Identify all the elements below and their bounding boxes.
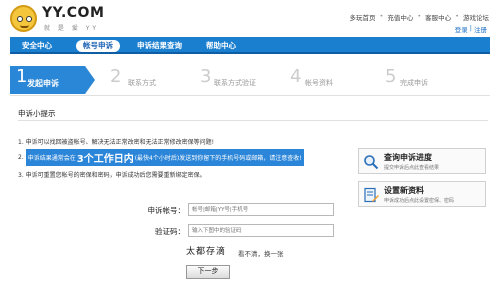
box-desc: 申诉成功后点此设置密保、密码 xyxy=(384,198,455,204)
topnav-link-recharge[interactable]: 充值中心 xyxy=(387,12,413,22)
nav-item-help-center[interactable]: 帮助中心 xyxy=(206,40,236,52)
user-links: 登录 | 注册 xyxy=(455,24,487,34)
step-progress: 1 发起申诉 2 联系方式 3 联系方式验证 4 帐号资料 5 完成申诉 xyxy=(10,66,490,96)
captcha-label: 验证码： xyxy=(155,227,185,236)
account-label: 申诉帐号： xyxy=(147,206,186,215)
separator: • xyxy=(417,12,422,20)
nav-item-security-center[interactable]: 安全中心 xyxy=(22,40,52,52)
step-number: 2 xyxy=(110,66,122,87)
step-number: 5 xyxy=(385,66,397,87)
captcha-image[interactable]: 太都存滴 xyxy=(186,244,226,257)
separator: • xyxy=(379,12,384,20)
step-1: 1 发起申诉 xyxy=(10,66,95,94)
tip-highlight: 申诉结果通常会在 3个工作日内 (最快4个小时后)发送到你留下的手机号码或邮箱，… xyxy=(25,148,304,166)
query-progress-box[interactable]: 查询申诉进度 提交申诉后点此查看结果 xyxy=(358,148,486,174)
brand-name: YY.COM xyxy=(42,5,105,21)
step-label: 联系方式验证 xyxy=(214,79,256,87)
tip-line-3: 3. 申诉可重置您帐号的密保和密码，申诉成功后您需要重新绑定密保。 xyxy=(18,172,206,179)
login-link[interactable]: 登录 xyxy=(455,24,468,34)
account-input[interactable] xyxy=(188,203,334,216)
main-nav: 安全中心 帐号申诉 申诉结果查询 帮助中心 xyxy=(10,37,490,54)
tip-line-1: 1. 申诉可以找回被盗帐号、解决无法正常改密和无法正常修改密保等问题! xyxy=(18,139,215,146)
set-new-info-box[interactable]: 设置新资料 申诉成功后点此设置密保、密码 xyxy=(358,181,486,207)
tips-title: 申诉小提示 xyxy=(18,109,56,118)
document-edit-icon xyxy=(364,187,379,203)
tip-emphasis: 3个工作日内 xyxy=(76,153,134,165)
search-icon xyxy=(364,155,379,170)
captcha-input[interactable] xyxy=(188,224,334,237)
step-number: 4 xyxy=(290,66,302,87)
box-title: 设置新资料 xyxy=(384,186,424,195)
topnav-link-forum[interactable]: 游戏论坛 xyxy=(463,12,489,22)
tip-number: 2. xyxy=(18,153,24,161)
step-label: 联系方式 xyxy=(128,79,156,87)
topnav-link-home[interactable]: 多玩首页 xyxy=(349,12,375,22)
step-number: 1 xyxy=(16,66,28,87)
tip-text: (最快4个小时后)发送到你留下的手机号码或邮箱，请注意查收! xyxy=(134,154,302,162)
nav-item-account-appeal[interactable]: 帐号申诉 xyxy=(76,40,120,52)
tip-line-2: 2. 申诉结果通常会在 3个工作日内 (最快4个小时后)发送到你留下的手机号码或… xyxy=(18,148,304,166)
topnav-link-service[interactable]: 客服中心 xyxy=(425,12,451,22)
logo[interactable]: YY.COM 就 是 爱 YY xyxy=(10,3,130,35)
step-label: 发起申诉 xyxy=(27,79,59,88)
box-title: 查询申诉进度 xyxy=(384,153,432,162)
step-label: 帐号资料 xyxy=(305,79,333,87)
mascot-icon xyxy=(10,5,37,32)
next-step-button[interactable]: 下一步 xyxy=(186,265,230,279)
nav-item-appeal-result[interactable]: 申诉结果查询 xyxy=(137,40,182,52)
step-label: 完成申诉 xyxy=(400,79,428,87)
separator: • xyxy=(455,12,459,20)
separator: | xyxy=(469,24,472,32)
brand-slogan: 就 是 爱 YY xyxy=(44,25,100,32)
top-nav: 多玩首页 • 充值中心 • 客服中心 • 游戏论坛 xyxy=(349,12,489,22)
step-number: 3 xyxy=(200,66,212,87)
box-desc: 提交申诉后点此查看结果 xyxy=(384,165,440,171)
divider xyxy=(18,120,488,121)
captcha-refresh-link[interactable]: 看不清，换一张 xyxy=(238,248,284,258)
register-link[interactable]: 注册 xyxy=(474,24,487,34)
tip-text: 申诉结果通常会在 xyxy=(27,154,76,162)
